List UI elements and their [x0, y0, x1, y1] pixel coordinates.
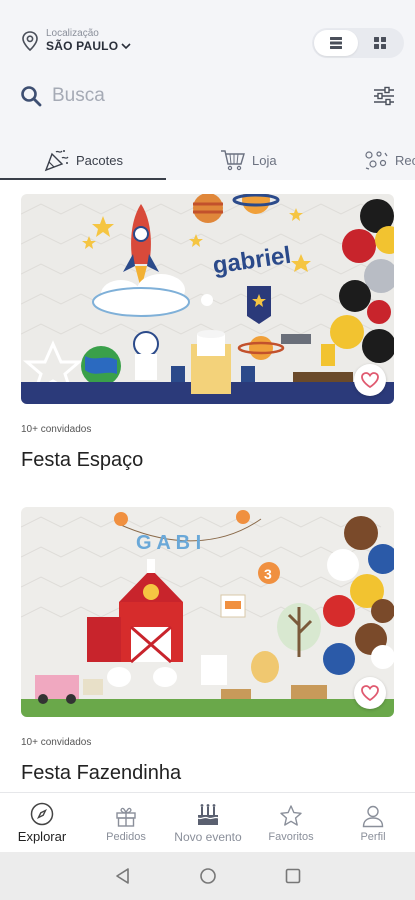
chevron-down-icon	[121, 43, 131, 50]
package-card[interactable]: G A B I 3 10+ convidados Festa Fazendinh…	[21, 507, 394, 785]
bottom-navigation: Explorar Pedidos Novo evento Favoritos P…	[0, 792, 415, 852]
space-party-photo: gabriel	[21, 194, 394, 404]
package-title[interactable]: Festa Fazendinha	[21, 762, 394, 785]
shopping-cart-icon	[221, 150, 245, 171]
compass-icon	[30, 802, 54, 826]
back-triangle-icon	[116, 868, 129, 884]
star-icon	[280, 804, 302, 826]
location-city[interactable]: SÃO PAULO	[46, 38, 131, 54]
package-image[interactable]: gabriel	[21, 194, 394, 404]
package-title[interactable]: Festa Espaço	[21, 449, 394, 472]
app-header: Localização SÃO PAULO Busca Pacotes Loja…	[0, 0, 415, 181]
tab-loja[interactable]: Loja	[220, 140, 277, 180]
package-image[interactable]: G A B I 3	[21, 507, 394, 717]
nav-favoritos[interactable]: Favoritos	[264, 793, 318, 853]
nav-explorar[interactable]: Explorar	[12, 793, 72, 853]
tab-pacotes[interactable]: Pacotes	[44, 140, 123, 180]
tab-rec-label: Rec	[395, 152, 415, 168]
favorite-button[interactable]	[354, 677, 386, 709]
nav-pedidos-label: Pedidos	[106, 830, 146, 843]
map-pin-icon	[22, 30, 38, 51]
guest-count: 10+ convidados	[21, 424, 92, 435]
location-city-text: SÃO PAULO	[46, 38, 119, 53]
package-card[interactable]: gabriel 10+ convidados Festa Espaço	[21, 194, 394, 472]
farm-banner-text: G A B I	[136, 532, 201, 554]
filter-button[interactable]	[362, 74, 406, 118]
party-popper-icon	[44, 150, 69, 172]
nav-explorar-label: Explorar	[17, 829, 67, 844]
filter-sliders-icon	[374, 86, 394, 106]
tab-rec[interactable]: Rec	[363, 140, 415, 180]
gift-icon	[116, 807, 136, 827]
nav-novo-evento[interactable]: Novo evento	[168, 793, 248, 853]
category-tabs: Pacotes Loja Rec	[0, 140, 415, 180]
location-label: Localização	[46, 28, 99, 39]
location-selector[interactable]: Localização SÃO PAULO	[20, 28, 131, 53]
search-bar[interactable]	[20, 76, 360, 116]
nav-perfil-label: Perfil	[360, 830, 386, 843]
nav-perfil[interactable]: Perfil	[350, 793, 396, 853]
heart-icon	[361, 372, 379, 388]
view-mode-toggle[interactable]	[312, 28, 404, 58]
nav-favoritos-label: Favoritos	[268, 830, 314, 843]
grid-view-button[interactable]	[358, 30, 402, 56]
user-icon	[362, 805, 384, 827]
package-list: gabriel 10+ convidados Festa Espaço G A …	[0, 180, 415, 792]
cake-icon	[197, 803, 219, 825]
tab-pacotes-label: Pacotes	[76, 152, 123, 168]
heart-icon	[361, 685, 379, 701]
svg-text:3: 3	[264, 566, 272, 582]
nav-pedidos[interactable]: Pedidos	[98, 793, 154, 853]
search-icon	[21, 86, 42, 107]
recents-button[interactable]	[283, 866, 303, 886]
home-button[interactable]	[198, 866, 218, 886]
guest-count: 10+ convidados	[21, 737, 92, 748]
home-circle-icon	[200, 868, 216, 884]
grid-icon	[374, 37, 386, 49]
system-navigation-bar	[0, 852, 415, 900]
list-icon	[330, 37, 342, 49]
favorite-button[interactable]	[354, 364, 386, 396]
list-view-button[interactable]	[314, 30, 358, 56]
confetti-icon	[365, 151, 388, 170]
search-input[interactable]	[52, 85, 332, 107]
farm-party-photo: G A B I 3	[21, 507, 394, 717]
back-button[interactable]	[113, 866, 133, 886]
tab-loja-label: Loja	[252, 152, 277, 168]
nav-novo-evento-label: Novo evento	[174, 829, 242, 844]
recents-square-icon	[285, 868, 301, 884]
